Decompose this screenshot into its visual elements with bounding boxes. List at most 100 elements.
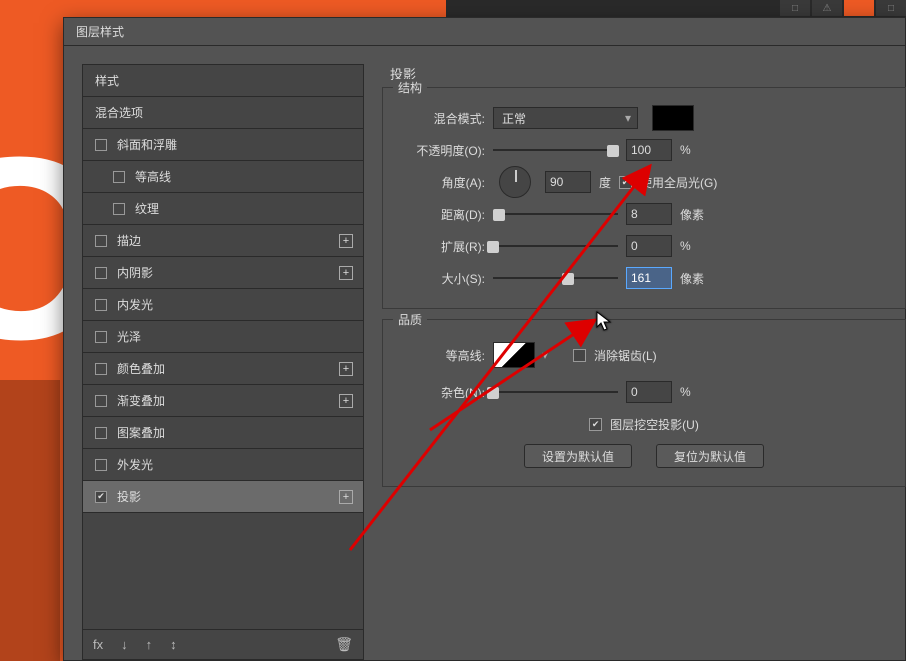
noise-slider[interactable]: [493, 383, 618, 401]
contour-label: 等高线:: [397, 347, 485, 364]
sidebar-item-drop-shadow[interactable]: 投影 +: [83, 481, 363, 513]
sidebar-item-stroke[interactable]: 描边 +: [83, 225, 363, 257]
sidebar-item-inner-shadow[interactable]: 内阴影 +: [83, 257, 363, 289]
set-default-button[interactable]: 设置为默认值: [524, 444, 632, 468]
fieldset-legend: 品质: [393, 311, 427, 328]
distance-label: 距离(D):: [397, 206, 485, 223]
sidebar-item-blend-options[interactable]: 混合选项: [83, 97, 363, 129]
shadow-color-swatch[interactable]: [652, 105, 694, 131]
panel-title: 投影: [390, 64, 906, 83]
noise-input[interactable]: [626, 381, 672, 403]
unit-label: %: [680, 239, 691, 253]
sidebar-footer: fx ↓ ↑ ↕ 🗑: [83, 629, 363, 659]
layer-style-dialog: 图层样式 样式 混合选项 斜面和浮雕 等高线 纹理 描边 +: [63, 17, 906, 661]
checkbox-icon[interactable]: [95, 427, 107, 439]
sidebar-item-label: 图案叠加: [117, 424, 165, 441]
toolbar-icon-active[interactable]: [844, 0, 874, 16]
plus-icon[interactable]: +: [339, 394, 353, 408]
checkbox-icon[interactable]: [95, 395, 107, 407]
checkbox-icon[interactable]: [95, 299, 107, 311]
checkbox-icon[interactable]: [95, 363, 107, 375]
sidebar-item-inner-glow[interactable]: 内发光: [83, 289, 363, 321]
opacity-label: 不透明度(O):: [397, 142, 485, 159]
global-light-label: 使用全局光(G): [640, 174, 717, 191]
spread-input[interactable]: [626, 235, 672, 257]
arrow-updown-icon[interactable]: ↕: [170, 637, 177, 652]
sidebar-item-pattern-overlay[interactable]: 图案叠加: [83, 417, 363, 449]
quality-fieldset: 品质 等高线: 消除锯齿(L) 杂色(N): % 图层挖空投影(U): [382, 319, 906, 487]
toolbar-icon[interactable]: □: [876, 0, 906, 16]
sidebar-item-label: 纹理: [135, 200, 159, 217]
contour-picker[interactable]: [493, 342, 535, 368]
unit-label: %: [680, 143, 691, 157]
arrow-up-icon[interactable]: ↑: [146, 637, 153, 652]
dialog-title: 图层样式: [76, 23, 124, 40]
sidebar-item-label: 颜色叠加: [117, 360, 165, 377]
distance-slider[interactable]: [493, 205, 618, 223]
antialias-label: 消除锯齿(L): [594, 347, 657, 364]
size-slider[interactable]: [493, 269, 618, 287]
settings-panel: 投影 结构 混合模式: 正常 不透明度(O): % 角度(A):: [382, 64, 906, 660]
spread-slider[interactable]: [493, 237, 618, 255]
checkbox-icon[interactable]: [95, 331, 107, 343]
styles-sidebar: 样式 混合选项 斜面和浮雕 等高线 纹理 描边 +: [82, 64, 364, 660]
unit-label: 像素: [680, 270, 704, 287]
plus-icon[interactable]: +: [339, 490, 353, 504]
sidebar-header: 样式: [83, 65, 363, 97]
unit-label: 度: [599, 174, 611, 191]
checkbox-icon[interactable]: [95, 139, 107, 151]
checkbox-icon[interactable]: [95, 267, 107, 279]
arrow-down-icon[interactable]: ↓: [121, 637, 128, 652]
sidebar-item-label: 等高线: [135, 168, 171, 185]
sidebar-item-label: 光泽: [117, 328, 141, 345]
blend-mode-select[interactable]: 正常: [493, 107, 638, 129]
angle-dial[interactable]: [499, 166, 531, 198]
sidebar-item-bevel[interactable]: 斜面和浮雕: [83, 129, 363, 161]
sidebar-item-label: 内发光: [117, 296, 153, 313]
checkbox-icon[interactable]: [113, 171, 125, 183]
sidebar-item-label: 投影: [117, 488, 141, 505]
sidebar-item-texture[interactable]: 纹理: [83, 193, 363, 225]
size-label: 大小(S):: [397, 270, 485, 287]
trash-icon[interactable]: 🗑: [335, 636, 353, 653]
fx-icon[interactable]: fx: [93, 637, 103, 652]
checkbox-icon[interactable]: [95, 459, 107, 471]
plus-icon[interactable]: +: [339, 234, 353, 248]
structure-fieldset: 结构 混合模式: 正常 不透明度(O): % 角度(A): 度: [382, 87, 906, 309]
opacity-slider[interactable]: [493, 141, 618, 159]
sidebar-item-label: 渐变叠加: [117, 392, 165, 409]
sidebar-item-label: 内阴影: [117, 264, 153, 281]
reset-default-button[interactable]: 复位为默认值: [656, 444, 764, 468]
size-input[interactable]: [626, 267, 672, 289]
sidebar-item-contour[interactable]: 等高线: [83, 161, 363, 193]
spread-label: 扩展(R):: [397, 238, 485, 255]
unit-label: 像素: [680, 206, 704, 223]
sidebar-item-satin[interactable]: 光泽: [83, 321, 363, 353]
sidebar-item-label: 混合选项: [95, 104, 143, 121]
background-shadow: [0, 380, 60, 661]
app-toolbar-icons: □ ⚠ □: [780, 0, 906, 16]
checkbox-icon[interactable]: [95, 235, 107, 247]
noise-label: 杂色(N):: [397, 384, 485, 401]
plus-icon[interactable]: +: [339, 266, 353, 280]
sidebar-item-label: 斜面和浮雕: [117, 136, 177, 153]
unit-label: %: [680, 385, 691, 399]
knockout-label: 图层挖空投影(U): [610, 416, 699, 433]
global-light-checkbox[interactable]: [619, 176, 632, 189]
toolbar-icon[interactable]: □: [780, 0, 810, 16]
opacity-input[interactable]: [626, 139, 672, 161]
sidebar-item-color-overlay[interactable]: 颜色叠加 +: [83, 353, 363, 385]
checkbox-icon[interactable]: [95, 491, 107, 503]
fieldset-legend: 结构: [393, 79, 427, 96]
checkbox-icon[interactable]: [113, 203, 125, 215]
sidebar-item-outer-glow[interactable]: 外发光: [83, 449, 363, 481]
knockout-checkbox[interactable]: [589, 418, 602, 431]
sidebar-item-gradient-overlay[interactable]: 渐变叠加 +: [83, 385, 363, 417]
dialog-titlebar[interactable]: 图层样式: [64, 18, 905, 46]
antialias-checkbox[interactable]: [573, 349, 586, 362]
toolbar-icon[interactable]: ⚠: [812, 0, 842, 16]
distance-input[interactable]: [626, 203, 672, 225]
plus-icon[interactable]: +: [339, 362, 353, 376]
sidebar-item-label: 描边: [117, 232, 141, 249]
angle-input[interactable]: [545, 171, 591, 193]
